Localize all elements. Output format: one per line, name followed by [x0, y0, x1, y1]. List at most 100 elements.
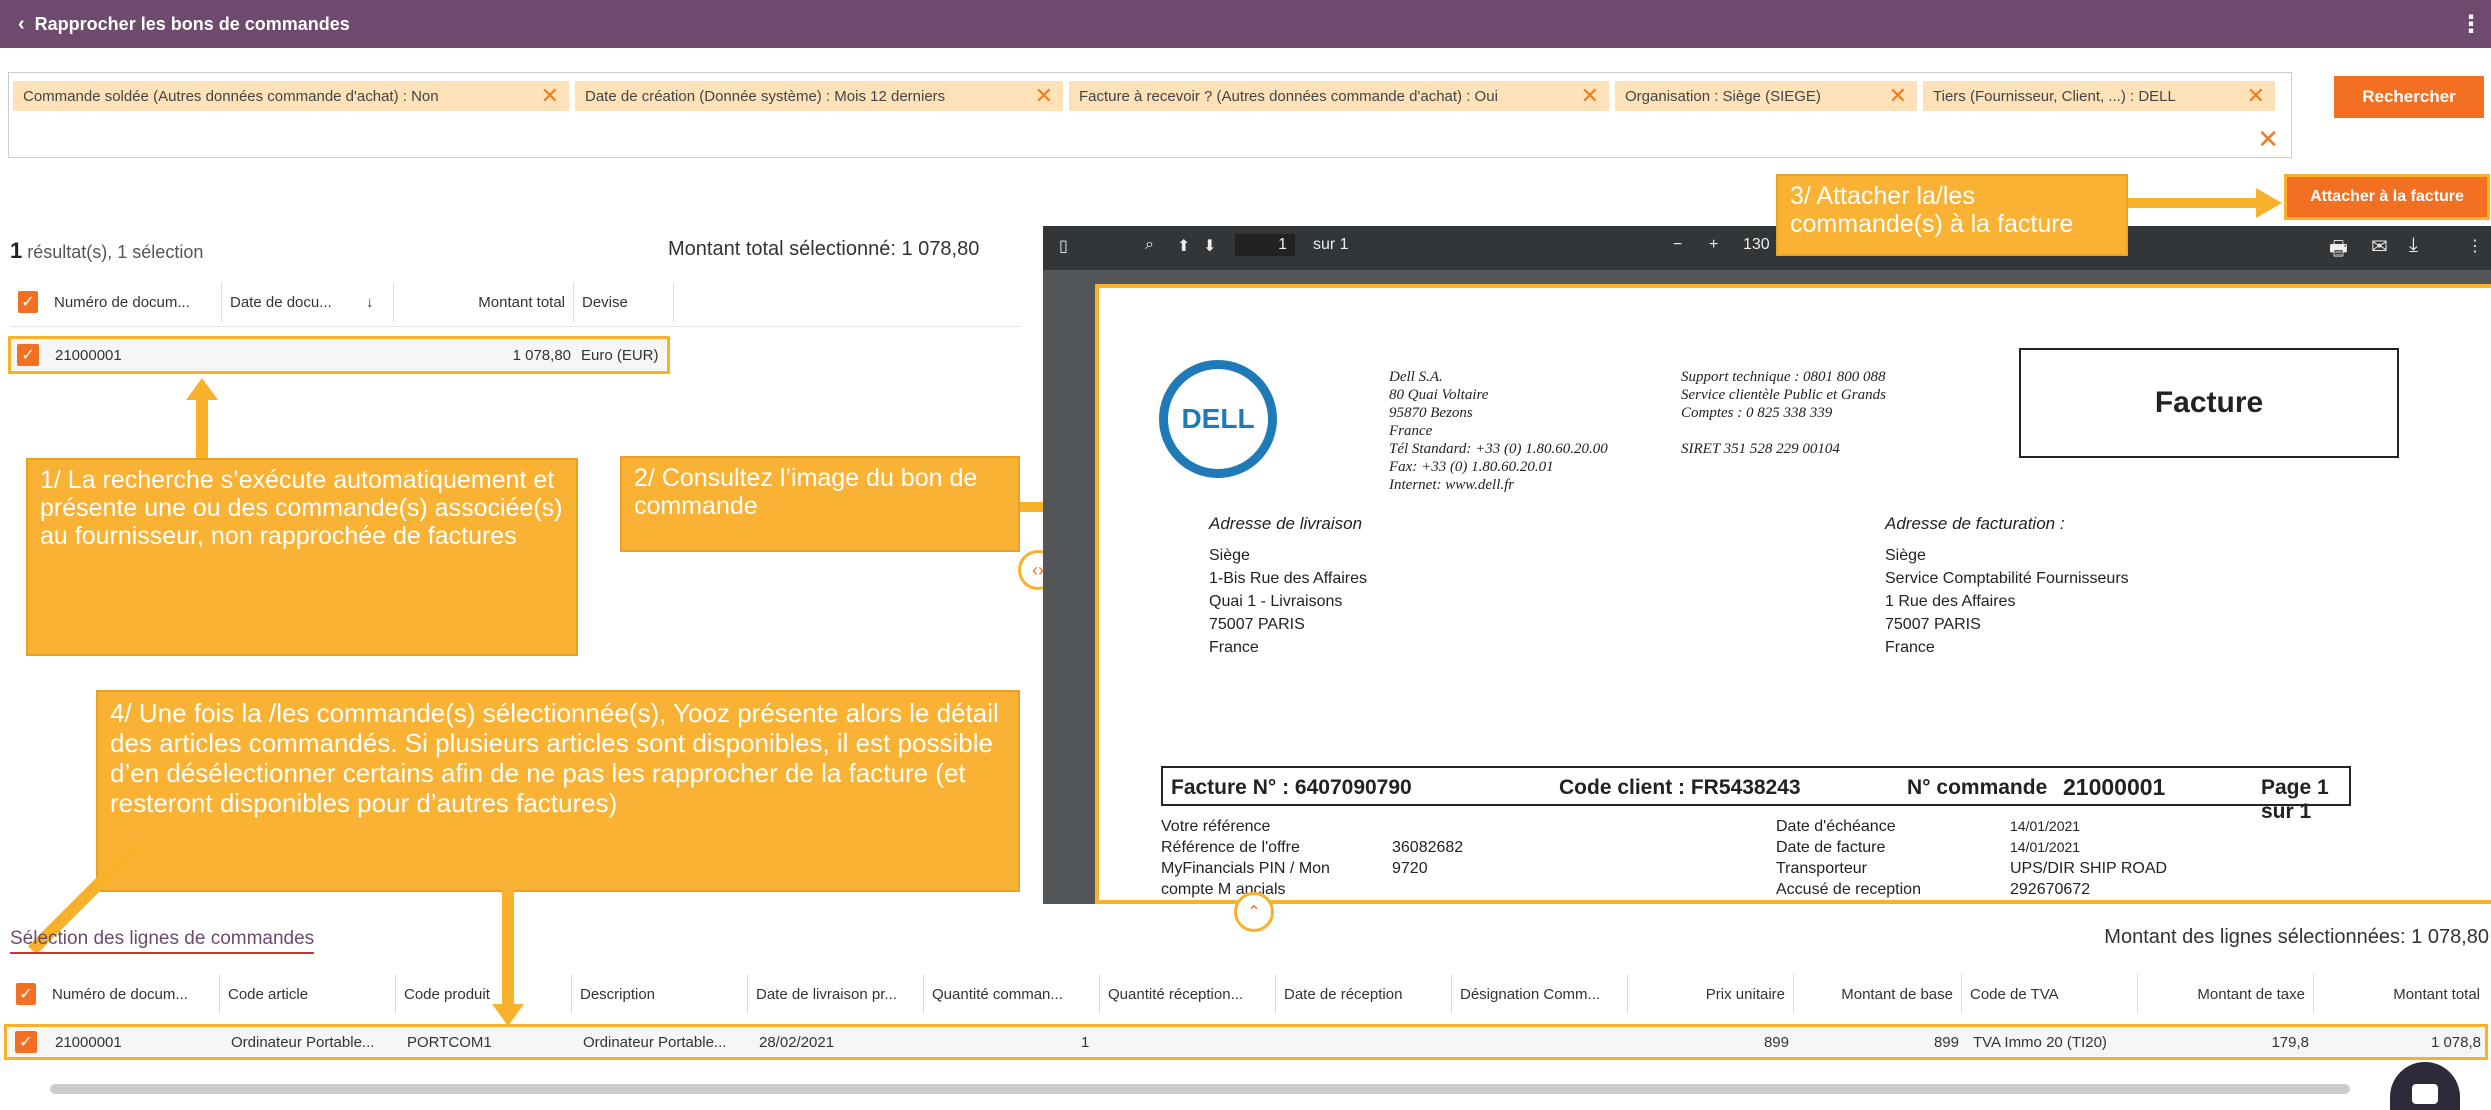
order-label: N° commande [1907, 776, 2048, 799]
billing-title: Adresse de facturation : [1885, 514, 2065, 533]
lines-total: Montant des lignes sélectionnées: 1 078,… [2104, 926, 2489, 948]
delivery-address: Siège 1-Bis Rue des Affaires Quai 1 - Livr… [1209, 547, 1368, 656]
print-icon[interactable]: 🖶 [2329, 234, 2348, 268]
refs-right: Date d'échéance Date de facture Transporte… [1776, 818, 1921, 898]
page-title: Rapprocher les bons de commandes [34, 13, 350, 34]
page-number-input[interactable]: 1 [1235, 234, 1295, 256]
remove-filter-icon[interactable]: ✕ [541, 83, 559, 109]
cell: 179,8 [2271, 1033, 2309, 1051]
column-header[interactable]: Devise [574, 282, 674, 322]
page-info: Page 1 sur 1 [2261, 776, 2329, 823]
chevron-left-icon[interactable]: ‹ [18, 13, 25, 36]
clear-filters-icon[interactable]: ✕ [2257, 124, 2279, 155]
cell: 21000001 [55, 1033, 122, 1051]
chat-icon[interactable] [2390, 1062, 2460, 1110]
remove-filter-icon[interactable]: ✕ [2247, 83, 2265, 109]
column-header[interactable]: Quantité réception... [1100, 974, 1276, 1014]
filter-chip-label: Date de création (Donnée système) : Mois… [585, 87, 946, 105]
arrow-right [2256, 188, 2282, 218]
column-header[interactable]: Date de docu... [222, 282, 358, 322]
cell-numero: 21000001 [55, 346, 122, 364]
column-header[interactable]: Code de TVA [1962, 974, 2138, 1014]
delivery-title: Adresse de livraison [1209, 514, 1363, 533]
remove-filter-icon[interactable]: ✕ [1889, 83, 1907, 109]
column-header[interactable]: Code article [220, 974, 396, 1014]
column-header[interactable]: Numéro de docum... [46, 282, 222, 322]
column-header[interactable]: Quantité comman... [924, 974, 1100, 1014]
column-header[interactable]: Code produit [396, 974, 572, 1014]
cell: 1 [1081, 1033, 1090, 1051]
client-code: Code client : FR5438243 [1559, 776, 1801, 799]
filter-chip-label: Tiers (Fournisseur, Client, ...) : DELL [1933, 87, 2176, 105]
next-page-icon[interactable]: ⬇ [1203, 236, 1216, 256]
column-header[interactable]: Montant de base [1794, 974, 1962, 1014]
column-header[interactable]: Numéro de docum... [44, 974, 220, 1014]
zoom-out-icon[interactable]: − [1673, 236, 1682, 254]
filter-bar[interactable]: Commande soldée (Autres données commande… [8, 72, 2292, 158]
sidebar-toggle-icon[interactable]: ▯ [1059, 236, 1068, 256]
remove-filter-icon[interactable]: ✕ [1035, 83, 1053, 109]
billing-address: Siège Service Comptabilité Fournisseurs 1 … [1885, 547, 2129, 656]
table-row[interactable]: ✓ 21000001 Ordinateur Portable... PORTCO… [4, 1024, 2488, 1060]
cell: Ordinateur Portable... [231, 1033, 375, 1051]
results-header: ✓ Numéro de docum... Date de docu... ↓ M… [10, 282, 1010, 322]
remove-filter-icon[interactable]: ✕ [1581, 83, 1599, 109]
row-checkbox[interactable]: ✓ [15, 1027, 37, 1057]
zoom-in-icon[interactable]: + [1709, 236, 1718, 254]
support-info: Support technique : 0801 800 088 Service … [1681, 369, 1886, 457]
mail-icon[interactable]: ✉ [2371, 234, 2388, 259]
search-button[interactable]: Rechercher [2334, 76, 2484, 118]
page-count: sur 1 [1313, 236, 1349, 253]
cell: 28/02/2021 [759, 1033, 835, 1051]
attach-invoice-button[interactable]: Attacher à la facture [2284, 174, 2490, 220]
select-all-checkbox[interactable]: ✓ [10, 282, 46, 322]
search-icon[interactable]: ⌕ [1145, 236, 1154, 254]
previous-page-icon[interactable]: ⬆ [1177, 236, 1190, 256]
horizontal-scrollbar[interactable] [50, 1084, 2350, 1094]
column-header[interactable]: Prix unitaire [1628, 974, 1794, 1014]
cell: 1 078,8 [2430, 1033, 2481, 1051]
divider [10, 326, 1020, 327]
arrow-shaft [196, 398, 208, 460]
table-row[interactable]: ✓ 21000001 1 078,80 Euro (EUR) [8, 336, 670, 374]
row-checkbox[interactable]: ✓ [17, 339, 39, 371]
column-header[interactable]: Montant total [2314, 974, 2488, 1014]
kebab-icon[interactable]: ⋮ [2467, 236, 2483, 256]
column-header[interactable]: Désignation Comm... [1452, 974, 1628, 1014]
filter-chip[interactable]: Facture à recevoir ? (Autres données com… [1069, 81, 1609, 111]
order-number: 21000001 [2063, 774, 2166, 800]
invoice-info-bar: Facture N° : 6407090790 Code client : FR… [1161, 766, 2351, 823]
column-header[interactable]: Date de réception [1276, 974, 1452, 1014]
filter-chip-label: Organisation : Siège (SIEGE) [1625, 87, 1821, 105]
pdf-toolbar: ▯ ⌕ ⬆ ⬇ 1 sur 1 − + 130 🖶 ✉ ⤓ ⋮ [1043, 226, 2491, 270]
download-icon[interactable]: ⤓ [2409, 234, 2418, 257]
callout-search: 1/ La recherche s’exécute automatiquemen… [26, 458, 578, 656]
filter-chip[interactable]: Tiers (Fournisseur, Client, ...) : DELL … [1923, 81, 2275, 111]
filter-chip-label: Facture à recevoir ? (Autres données com… [1079, 87, 1498, 105]
filter-chip[interactable]: Commande soldée (Autres données commande… [13, 81, 569, 111]
refs-right-values: 14/01/2021 14/01/2021 UPS/DIR SHIP ROAD 292… [2010, 818, 2168, 898]
cell: Ordinateur Portable... [583, 1033, 727, 1051]
column-header[interactable]: Date de livraison pr... [748, 974, 924, 1014]
dell-logo: DELL [1159, 360, 1277, 478]
callout-view-order: 2/ Consultez l’image du bon de commande [620, 456, 1020, 552]
cell: 899 [1933, 1033, 1959, 1051]
vertical-split-handle-icon[interactable]: ⌃ [1234, 892, 1274, 932]
callout-lines-detail: 4/ Une fois la /les commande(s) sélectio… [96, 690, 1020, 892]
cell-montant: 1 078,80 [512, 346, 571, 364]
sort-down-icon[interactable]: ↓ [358, 282, 394, 322]
results-count: 1 résultat(s), 1 sélection [10, 238, 204, 263]
total-selected: Montant total sélectionné: 1 078,80 [668, 238, 980, 260]
lines-title[interactable]: Sélection des lignes de commandes [10, 928, 315, 954]
column-header[interactable]: Montant total [394, 282, 574, 322]
filter-chip[interactable]: Date de création (Donnée système) : Mois… [575, 81, 1063, 111]
select-all-checkbox[interactable]: ✓ [8, 974, 44, 1014]
arrow-shaft [2128, 198, 2260, 208]
filter-chip[interactable]: Organisation : Siège (SIEGE) ✕ [1615, 81, 1917, 111]
lines-header: ✓ Numéro de docum... Code article Code p… [8, 974, 2488, 1014]
zoom-level[interactable]: 130 [1743, 236, 1770, 254]
column-header[interactable]: Description [572, 974, 748, 1014]
refs-left-values: 36082682 9720 [1392, 839, 1464, 877]
column-header[interactable]: Montant de taxe [2138, 974, 2314, 1014]
kebab-icon[interactable]: ⋮ [2459, 10, 2483, 39]
